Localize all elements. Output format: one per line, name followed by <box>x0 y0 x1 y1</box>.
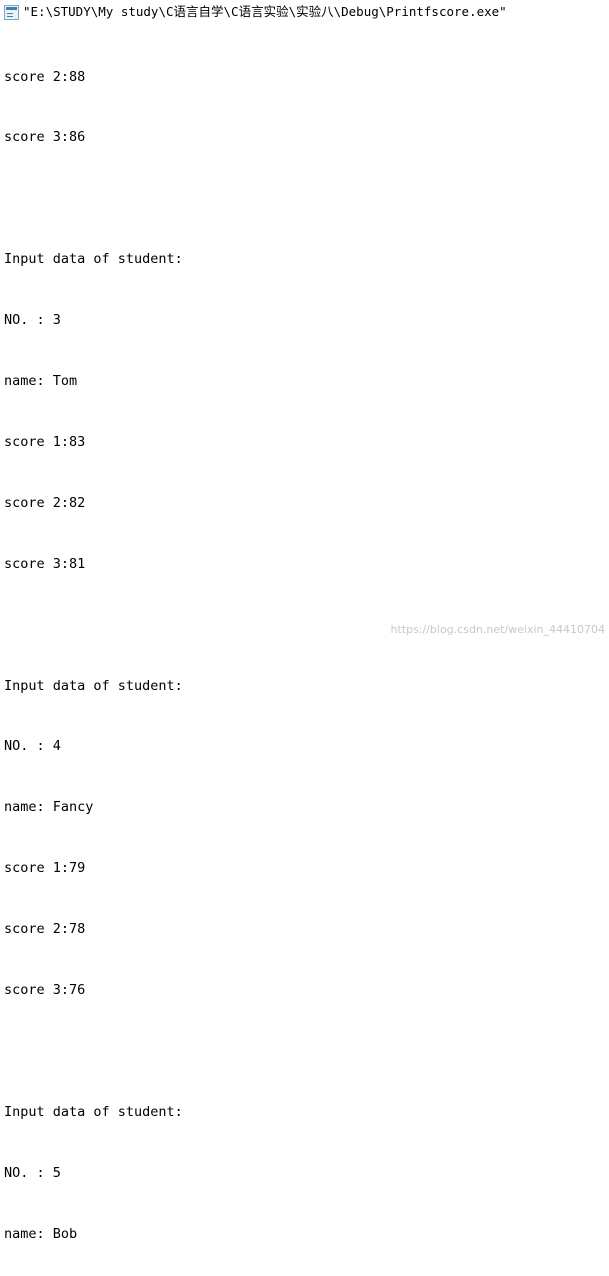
console-line: Input data of student: <box>4 1103 183 1120</box>
console-line: score 2:88 <box>4 68 86 85</box>
console-line: name: Fancy <box>4 799 94 816</box>
window-title: "E:\STUDY\My study\C语言自学\C语言实验\实验八\Debug… <box>23 4 507 19</box>
watermark-text: https://blog.csdn.net/weixin_44410704 <box>390 623 605 636</box>
console-line: score 2:82 <box>4 494 86 511</box>
console-line: name: Bob <box>4 1225 78 1242</box>
console-window: "E:\STUDY\My study\C语言自学\C语言实验\实验八\Debug… <box>0 0 609 1242</box>
console-line: NO. : 4 <box>4 738 61 755</box>
console-line: score 3:81 <box>4 555 86 572</box>
console-output[interactable]: score 2:88 score 3:86 Input data of stud… <box>0 22 609 1276</box>
console-line: Input data of student: <box>4 677 183 694</box>
console-line: score 1:83 <box>4 433 86 450</box>
window-titlebar[interactable]: "E:\STUDY\My study\C语言自学\C语言实验\实验八\Debug… <box>0 0 609 22</box>
console-line: Input data of student: <box>4 251 183 268</box>
console-line: score 3:76 <box>4 981 86 998</box>
console-line: NO. : 3 <box>4 312 61 329</box>
console-line: score 2:78 <box>4 921 86 938</box>
console-line: score 3:86 <box>4 129 86 146</box>
console-app-icon <box>4 4 19 20</box>
console-line: NO. : 5 <box>4 1164 61 1181</box>
console-line: score 1:79 <box>4 860 86 877</box>
console-line: name: Tom <box>4 373 78 390</box>
